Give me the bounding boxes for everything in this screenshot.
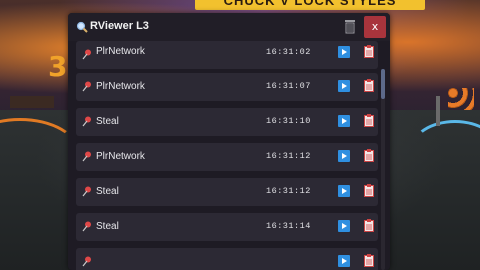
pin-icon <box>82 116 91 127</box>
close-button[interactable]: x <box>364 16 386 38</box>
play-button[interactable] <box>338 185 350 197</box>
remote-name: Steal <box>96 186 119 197</box>
log-row[interactable]: PlrNetwork 16:31:02 <box>76 41 378 69</box>
play-button[interactable] <box>338 80 350 92</box>
remote-time: 16:31:10 <box>266 116 311 126</box>
title-bar[interactable]: RViewer L3 x <box>68 13 390 41</box>
clipboard-icon[interactable] <box>364 45 374 58</box>
remote-time: 16:31:14 <box>266 221 311 231</box>
log-row[interactable]: Steal 16:31:12 <box>76 178 378 206</box>
pin-icon <box>82 49 91 60</box>
play-button[interactable] <box>338 255 350 267</box>
remote-time: 16:31:12 <box>266 151 311 161</box>
hoop-pole <box>436 96 440 126</box>
log-row[interactable] <box>76 248 378 270</box>
rviewer-window: RViewer L3 x PlrNetwork 16:31:02 PlrNetw… <box>68 13 390 270</box>
clipboard-icon[interactable] <box>364 79 374 92</box>
remote-name: Steal <box>96 116 119 127</box>
pin-icon <box>82 221 91 232</box>
play-button[interactable] <box>338 115 350 127</box>
clipboard-icon[interactable] <box>364 184 374 197</box>
play-button[interactable] <box>338 220 350 232</box>
pin-icon <box>82 81 91 92</box>
magnifier-icon <box>76 21 88 33</box>
banner-text: CHUCK V LOCK STYLES <box>223 0 397 8</box>
top-banner: CHUCK V LOCK STYLES <box>195 0 425 10</box>
clipboard-icon[interactable] <box>364 149 374 162</box>
clipboard-icon[interactable] <box>364 254 374 267</box>
remote-time: 16:31:12 <box>266 186 311 196</box>
log-row[interactable]: PlrNetwork 16:31:07 <box>76 73 378 101</box>
remote-name: PlrNetwork <box>96 46 145 57</box>
clipboard-icon[interactable] <box>364 114 374 127</box>
bench <box>10 96 54 108</box>
remote-log-list: PlrNetwork 16:31:02 PlrNetwork 16:31:07 … <box>76 41 378 270</box>
remote-name: Steal <box>96 221 119 232</box>
trash-icon[interactable] <box>343 19 357 34</box>
ball-rack <box>448 88 474 110</box>
wall-number: 3 <box>48 50 68 83</box>
log-row[interactable]: Steal 16:31:10 <box>76 108 378 136</box>
scrollbar-thumb[interactable] <box>381 69 385 99</box>
pin-icon <box>82 186 91 197</box>
log-row[interactable]: PlrNetwork 16:31:12 <box>76 143 378 171</box>
play-button[interactable] <box>338 150 350 162</box>
remote-time: 16:31:02 <box>266 47 311 57</box>
remote-time: 16:31:07 <box>266 81 311 91</box>
pin-icon <box>82 256 91 267</box>
window-title: RViewer L3 <box>90 20 149 32</box>
remote-name: PlrNetwork <box>96 151 145 162</box>
scrollbar[interactable] <box>381 69 385 270</box>
remote-name: PlrNetwork <box>96 81 145 92</box>
play-button[interactable] <box>338 46 350 58</box>
log-row[interactable]: Steal 16:31:14 <box>76 213 378 241</box>
clipboard-icon[interactable] <box>364 219 374 232</box>
pin-icon <box>82 151 91 162</box>
